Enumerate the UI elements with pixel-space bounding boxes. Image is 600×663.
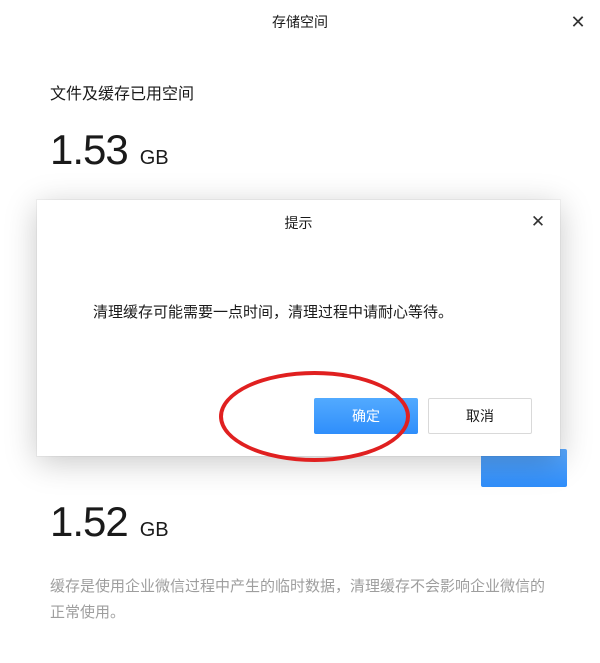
file-cache-size: 1.53 GB <box>50 126 552 174</box>
cache-size-unit: GB <box>140 519 169 542</box>
confirm-button[interactable]: 确定 <box>314 398 418 434</box>
window-title: 存储空间 <box>272 12 328 32</box>
cache-size: 1.52 GB <box>50 498 552 546</box>
dialog-title: 提示 <box>285 213 313 233</box>
dialog-close-button[interactable]: ✕ <box>526 210 550 234</box>
window-titlebar: 存储空间 ✕ <box>0 0 600 44</box>
dialog-message: 清理缓存可能需要一点时间，清理过程中请耐心等待。 <box>93 300 504 326</box>
file-cache-size-number: 1.53 <box>50 126 128 174</box>
confirm-dialog: 提示 ✕ 清理缓存可能需要一点时间，清理过程中请耐心等待。 确定 取消 <box>37 200 560 456</box>
file-cache-size-unit: GB <box>140 147 169 170</box>
file-cache-label: 文件及缓存已用空间 <box>50 80 552 104</box>
cache-section: 1.52 GB 缓存是使用企业微信过程中产生的临时数据，清理缓存不会影响企业微信… <box>50 498 552 625</box>
main-content: 文件及缓存已用空间 1.53 GB <box>0 44 600 174</box>
dialog-body: 清理缓存可能需要一点时间，清理过程中请耐心等待。 <box>37 246 560 326</box>
window-close-button[interactable]: ✕ <box>564 8 592 36</box>
cache-description: 缓存是使用企业微信过程中产生的临时数据，清理缓存不会影响企业微信的正常使用。 <box>50 574 552 625</box>
dialog-footer: 确定 取消 <box>314 398 532 434</box>
dialog-titlebar: 提示 ✕ <box>37 200 560 246</box>
close-icon: ✕ <box>570 12 585 33</box>
cancel-button[interactable]: 取消 <box>428 398 532 434</box>
cache-size-number: 1.52 <box>50 498 128 546</box>
close-icon: ✕ <box>531 212 545 232</box>
